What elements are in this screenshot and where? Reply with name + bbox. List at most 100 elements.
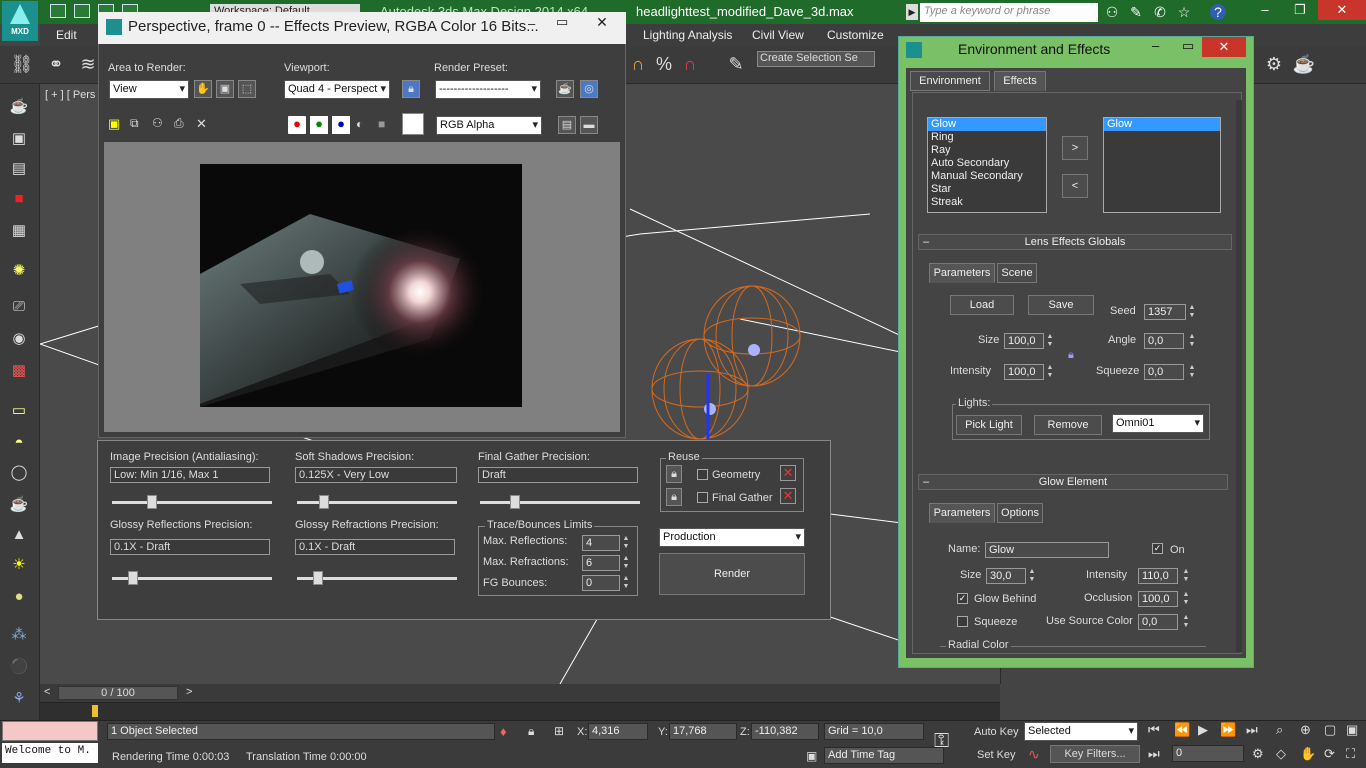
angle-spinner[interactable]: ▲ ▼ <box>1187 333 1197 349</box>
camera-icon[interactable]: ⎚ <box>7 296 31 318</box>
tab-parameters[interactable]: Parameters <box>929 263 995 283</box>
minimize-button[interactable]: – <box>1250 0 1280 20</box>
spinner-snap-icon[interactable]: ∩ <box>678 52 702 76</box>
on-checkbox[interactable]: ✓ <box>1152 543 1163 554</box>
systems-icon[interactable]: ⚘ <box>7 688 31 710</box>
final-gather-lock-icon[interactable]: 🔒︎ <box>666 488 682 506</box>
omni-light-gizmo[interactable] <box>748 344 760 356</box>
expand-arrow-icon[interactable]: ▶ <box>906 4 918 20</box>
zoom-extents-all-icon[interactable]: ▣ <box>1346 722 1358 738</box>
cone-icon[interactable]: ▲ <box>7 524 31 546</box>
time-slider[interactable]: 0 / 100 <box>58 686 178 700</box>
list-item[interactable]: Star <box>928 183 1046 196</box>
render-window-close[interactable]: ✕ <box>582 14 622 34</box>
remove-effect-button[interactable]: < <box>1062 174 1088 198</box>
schematic-view-icon[interactable]: ▦ <box>7 220 31 242</box>
favorites-icon[interactable]: ☆ <box>1176 4 1192 20</box>
omni-light-gizmo-2[interactable] <box>704 403 716 415</box>
copy-image-icon[interactable]: ⧉ <box>130 116 139 131</box>
goto-end-icon[interactable]: ⏭ <box>1246 722 1258 738</box>
seed-spinner[interactable]: ▲ ▼ <box>1187 304 1197 320</box>
stop-icon[interactable]: ■ <box>7 188 31 210</box>
render-mode-dropdown[interactable]: Production <box>659 528 805 547</box>
intensity-spinner[interactable]: ▲ ▼ <box>1045 364 1055 380</box>
helpers-icon[interactable]: ⚫ <box>7 656 31 678</box>
load-button[interactable]: Load <box>950 295 1014 315</box>
current-frame-field[interactable]: 0 <box>1172 745 1244 762</box>
auto-region-icon[interactable]: ▣ <box>216 80 234 98</box>
effects-scrollbar[interactable] <box>1236 100 1242 652</box>
render-preset-dropdown[interactable]: ------------------- <box>435 80 541 99</box>
angle-field[interactable]: 0,0 <box>1144 333 1184 349</box>
max-reflections-field[interactable]: 4 <box>582 535 620 551</box>
cylinder-icon[interactable]: ◯ <box>7 462 31 484</box>
fg-bounces-field[interactable]: 0 <box>582 575 620 591</box>
render-icon[interactable]: ◉ <box>7 328 31 350</box>
z-coordinate-field[interactable]: -110,382 <box>751 723 819 740</box>
tangent-icon[interactable]: ∿ <box>1028 746 1040 763</box>
play-icon[interactable]: ▶ <box>1198 722 1208 738</box>
sphere-icon[interactable]: ◓ <box>7 432 31 454</box>
glossy-reflections-thumb[interactable] <box>127 571 138 585</box>
blue-channel-toggle[interactable]: ● <box>332 116 350 134</box>
geometry-checkbox[interactable] <box>697 469 708 480</box>
new-file-icon[interactable] <box>50 4 66 18</box>
time-tag-icon[interactable]: ▣ <box>806 749 817 763</box>
app-logo-button[interactable]: MXD <box>2 1 38 41</box>
menu-customize[interactable]: Customize <box>827 28 884 42</box>
set-key-icon[interactable]: ⚿ <box>934 730 949 753</box>
seed-field[interactable]: 1357 <box>1144 304 1186 320</box>
final-gather-slider[interactable] <box>480 501 640 504</box>
render-window-maximize[interactable]: ▭ <box>556 14 568 30</box>
use-source-color-spinner[interactable]: ▲ ▼ <box>1181 614 1191 630</box>
welcome-text[interactable]: Welcome to M. <box>2 743 98 763</box>
print-image-icon[interactable]: ⎙ <box>174 116 184 131</box>
area-to-render-dropdown[interactable]: View <box>109 80 189 99</box>
alpha-channel-icon[interactable]: ◐ <box>356 117 363 131</box>
save-image-icon[interactable]: ▣ <box>108 116 120 132</box>
menu-lighting-analysis[interactable]: Lighting Analysis <box>643 28 732 42</box>
list-item[interactable]: Glow <box>1104 118 1220 131</box>
tab-glow-parameters[interactable]: Parameters <box>929 503 995 523</box>
zoom-all-icon[interactable]: ⊕ <box>1300 722 1311 738</box>
squeeze-field[interactable]: 0,0 <box>1144 364 1184 380</box>
intensity-field[interactable]: 100,0 <box>1004 364 1044 380</box>
final-gather-clear-icon[interactable]: ✕ <box>780 488 796 504</box>
list-item[interactable]: Ring <box>928 131 1046 144</box>
auto-key-button[interactable]: Auto Key <box>974 726 1019 738</box>
green-channel-toggle[interactable]: ● <box>310 116 328 134</box>
zoom-extents-icon[interactable]: ▢ <box>1324 722 1336 738</box>
list-item[interactable]: Auto Secondary <box>928 157 1046 170</box>
clear-image-icon[interactable]: ✕ <box>196 116 207 132</box>
env-dialog-close[interactable]: ✕ <box>1202 37 1246 57</box>
lock-selection-icon[interactable]: 🔒︎ <box>528 724 534 739</box>
glow-behind-checkbox[interactable]: ✓ <box>957 593 968 604</box>
clone-window-icon[interactable]: ⚇ <box>152 116 163 130</box>
goto-start-icon[interactable]: ⏮ <box>1148 722 1160 738</box>
max-refractions-field[interactable]: 6 <box>582 555 620 571</box>
occlusion-field[interactable]: 100,0 <box>1138 591 1178 607</box>
maximize-viewport-icon[interactable]: ⛶ <box>1346 746 1355 762</box>
x-coordinate-field[interactable]: 4,316 <box>588 723 648 740</box>
viewport-dropdown[interactable]: Quad 4 - Perspect <box>284 80 390 99</box>
env-dialog-minimize[interactable]: – <box>1152 38 1159 53</box>
tab-environment[interactable]: Environment <box>910 71 990 91</box>
maximize-button[interactable]: ❐ <box>1285 0 1315 20</box>
box-icon[interactable]: ▭ <box>7 400 31 422</box>
display-channel-dropdown[interactable]: RGB Alpha <box>436 116 542 135</box>
teapot-shape-icon[interactable]: ☕ <box>7 494 31 516</box>
prev-key-icon[interactable]: ⏪ <box>1174 722 1190 738</box>
max-reflections-spinner[interactable]: ▲ ▼ <box>621 535 631 551</box>
time-config-icon[interactable]: ⚙ <box>1252 746 1264 762</box>
search-input[interactable]: Type a keyword or phrase <box>920 3 1098 22</box>
link-icon[interactable]: ⛓ <box>10 52 34 76</box>
glow-size-spinner[interactable]: ▲ ▼ <box>1027 568 1037 584</box>
name-field[interactable]: Glow <box>985 542 1109 558</box>
background-color-swatch[interactable] <box>402 113 424 135</box>
edit-region-icon[interactable]: ✋ <box>194 80 212 98</box>
omni-light-icon[interactable]: ● <box>7 586 31 608</box>
render-region-icon[interactable]: ⬚ <box>238 80 256 98</box>
image-precision-thumb[interactable] <box>147 495 157 509</box>
remove-light-button[interactable]: Remove <box>1034 415 1102 435</box>
key-mode-dropdown[interactable]: Selected <box>1024 722 1138 741</box>
